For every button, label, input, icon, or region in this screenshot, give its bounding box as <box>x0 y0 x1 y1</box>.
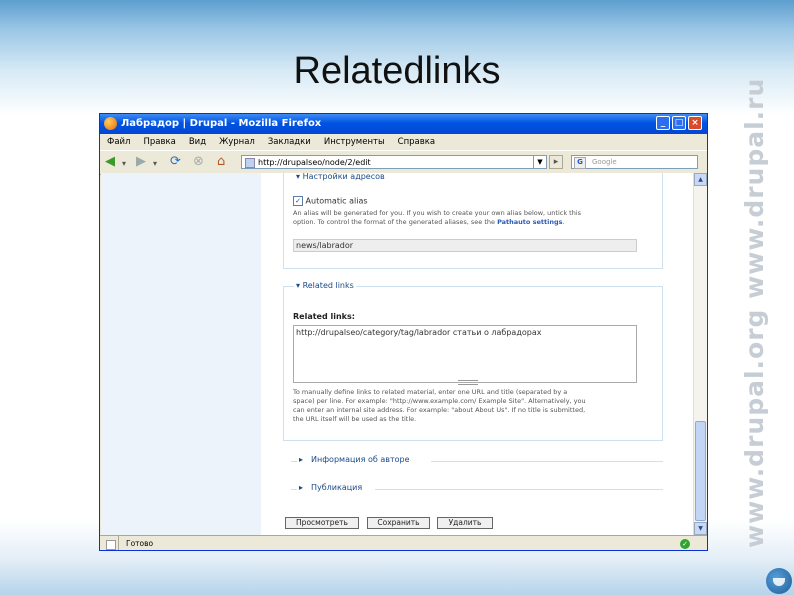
menu-tools[interactable]: Инструменты <box>324 137 385 147</box>
scrollbar-thumb[interactable] <box>695 421 706 521</box>
status-bar: Готово ✓ <box>100 535 707 550</box>
scroll-down-icon[interactable]: ▼ <box>694 522 707 535</box>
pathauto-settings-link[interactable]: Pathauto settings <box>497 218 562 226</box>
author-info-legend: Информация об авторе <box>311 455 410 464</box>
browser-window: Лабрадор | Drupal - Mozilla Firefox _ □ … <box>99 113 708 551</box>
automatic-alias-checkbox[interactable]: ✓ <box>293 196 303 206</box>
firefox-icon <box>104 117 117 130</box>
address-bar[interactable]: http://drupalseo/node/2/edit <box>241 155 546 169</box>
related-links-textarea[interactable]: http://drupalseo/category/tag/labrador с… <box>293 325 637 383</box>
automatic-alias-row: ✓ Automatic alias <box>293 196 368 206</box>
related-help-line-1: To manually define links to related mate… <box>293 388 568 396</box>
address-bar-url: http://drupalseo/node/2/edit <box>258 158 371 167</box>
slide-title: Relatedlinks <box>293 50 501 92</box>
publishing-legend: Публикация <box>311 483 363 492</box>
navigation-toolbar: ◀ ▾ ▶ ▾ ⟳ ⊗ ⌂ http://drupalseo/node/2/ed… <box>100 150 707 175</box>
alias-help-text: An alias will be generated for you. If y… <box>293 209 658 227</box>
status-ok-icon: ✓ <box>680 539 690 549</box>
automatic-alias-label: Automatic alias <box>305 196 368 206</box>
go-icon[interactable]: ▸ <box>549 155 563 169</box>
related-links-fieldset: ▾ Related links Related links: http://dr… <box>283 281 663 441</box>
related-help-line-3: can enter an internal site address. For … <box>293 406 586 414</box>
back-arrow-icon[interactable]: ◀ <box>105 155 115 169</box>
expand-arrow-icon: ▸ <box>299 483 304 492</box>
search-placeholder: Google <box>592 158 617 166</box>
stop-icon[interactable]: ⊗ <box>193 155 204 169</box>
related-help-line-4: the URL itself will be used as the title… <box>293 415 417 423</box>
menu-history[interactable]: Журнал <box>219 137 255 147</box>
url-dropdown-icon[interactable]: ▼ <box>533 155 547 169</box>
home-icon[interactable]: ⌂ <box>217 155 225 169</box>
menu-file[interactable]: Файл <box>107 137 130 147</box>
menu-help[interactable]: Справка <box>398 137 435 147</box>
delete-button[interactable]: Удалить <box>437 517 493 529</box>
search-input[interactable]: G Google <box>571 155 698 169</box>
window-titlebar: Лабрадор | Drupal - Mozilla Firefox _ □ … <box>100 114 707 134</box>
page-viewport: ▾ Настройки адресов ✓ Automatic alias An… <box>101 173 693 535</box>
menu-edit[interactable]: Правка <box>143 137 175 147</box>
page-left-column <box>101 173 261 535</box>
fieldset-rule <box>431 461 663 462</box>
vertical-scrollbar[interactable]: ▲ ▼ <box>693 173 707 535</box>
side-brand-text: www.drupal.org www.drupal.ru <box>740 77 769 548</box>
menu-bookmarks[interactable]: Закладки <box>268 137 311 147</box>
close-button[interactable]: × <box>688 116 702 130</box>
save-button[interactable]: Сохранить <box>367 517 430 529</box>
status-divider <box>118 536 119 550</box>
fieldset-rule <box>375 489 663 490</box>
reload-icon[interactable]: ⟳ <box>170 155 181 169</box>
fieldset-rule <box>291 461 297 462</box>
url-settings-legend[interactable]: ▾ Настройки адресов <box>294 173 387 181</box>
url-settings-fieldset: ▾ Настройки адресов ✓ Automatic alias An… <box>283 173 663 269</box>
page-icon <box>245 158 255 168</box>
author-info-fieldset[interactable]: ▸ Информация об авторе <box>291 455 663 469</box>
expand-arrow-icon: ▸ <box>299 455 304 464</box>
google-engine-icon[interactable]: G <box>574 157 586 169</box>
related-links-help-text: To manually define links to related mate… <box>293 388 658 424</box>
menu-view[interactable]: Вид <box>189 137 206 147</box>
publishing-fieldset[interactable]: ▸ Публикация <box>291 483 663 497</box>
back-dropdown-icon[interactable]: ▾ <box>122 157 126 171</box>
forward-dropdown-icon[interactable]: ▾ <box>153 157 157 171</box>
url-alias-input[interactable]: news/labrador <box>293 239 637 252</box>
fieldset-rule <box>291 489 297 490</box>
related-help-line-2: space) per line. For example: "http://ww… <box>293 397 586 405</box>
window-title: Лабрадор | Drupal - Mozilla Firefox <box>121 118 322 129</box>
scroll-up-icon[interactable]: ▲ <box>694 173 707 186</box>
textarea-resize-grip[interactable] <box>458 380 478 385</box>
related-links-legend[interactable]: ▾ Related links <box>294 281 356 290</box>
related-links-label: Related links: <box>293 312 355 321</box>
menu-bar: Файл Правка Вид Журнал Закладки Инструменты Сп… <box>100 134 707 150</box>
alias-help-line-2: option. To control the format of the gen… <box>293 218 565 226</box>
status-text: Готово <box>126 539 154 548</box>
drupal-drop-logo-icon <box>766 568 792 594</box>
status-page-icon <box>106 540 116 550</box>
maximize-button[interactable]: □ <box>672 116 686 130</box>
forward-arrow-icon[interactable]: ▶ <box>136 155 146 169</box>
preview-button[interactable]: Просмотреть <box>285 517 359 529</box>
minimize-button[interactable]: _ <box>656 116 670 130</box>
alias-help-line-1: An alias will be generated for you. If y… <box>293 209 582 217</box>
